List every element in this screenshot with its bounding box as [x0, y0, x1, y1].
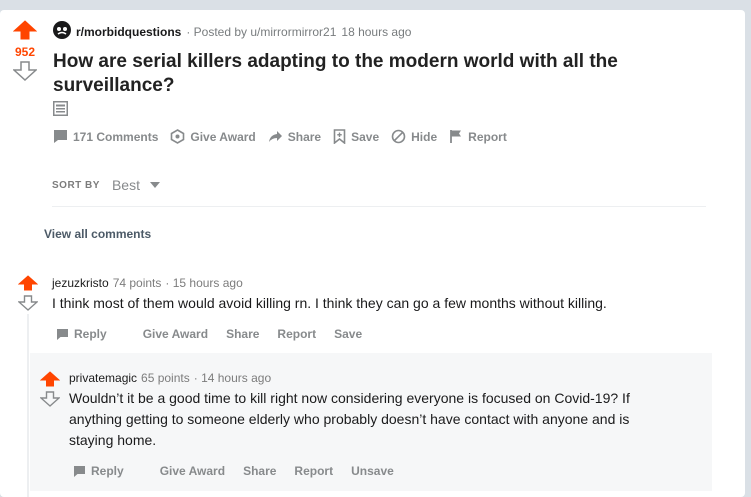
sort-divider [52, 206, 706, 207]
downvote-icon[interactable] [13, 61, 37, 81]
comment1-time[interactable]: · 15 hours ago [165, 276, 242, 290]
comment1-points: 74 points [112, 276, 162, 290]
comment2-reply-label: Reply [91, 464, 124, 478]
comment2-body-line: anything getting to someone elderly who … [69, 411, 630, 427]
share-label: Share [287, 129, 322, 144]
comment-icon [54, 130, 67, 143]
comment2-report-button[interactable]: Report [294, 464, 333, 478]
hide-label: Hide [411, 129, 438, 144]
comment1-award-button[interactable]: Give Award [143, 327, 208, 341]
comment2-share-button[interactable]: Share [243, 464, 276, 478]
comment1-save-button[interactable]: Save [334, 327, 362, 341]
comment2-unsave-button[interactable]: Unsave [351, 464, 394, 478]
reply-icon [74, 465, 85, 477]
post-card: 952 r/morbidquestions · Posted by u/mirr… [0, 10, 745, 497]
comment1-reply-label: Reply [74, 327, 107, 341]
post-meta: r/morbidquestions · Posted by u/mirrormi… [53, 21, 411, 42]
comment1-upvote-icon[interactable] [18, 275, 38, 291]
sort-dropdown[interactable]: Best [112, 177, 160, 193]
bookmark-icon [333, 129, 346, 144]
share-icon [268, 131, 282, 142]
post-score: 952 [14, 45, 36, 59]
award-icon [171, 129, 185, 144]
comment2-body-line: Wouldn’t it be a good time to kill right… [69, 390, 630, 406]
comment2-points: 65 points [141, 371, 190, 385]
comment1-body: I think most of them would avoid killing… [52, 295, 607, 311]
report-button[interactable]: Report [449, 129, 507, 144]
comment2-reply-button[interactable]: Reply [73, 464, 142, 478]
comment2-body: Wouldn’t it be a good time to kill right… [69, 388, 709, 451]
comment1-reply-button[interactable]: Reply [56, 327, 125, 341]
comment2-body-line: staying home. [69, 432, 157, 448]
flag-icon [450, 130, 462, 143]
posted-by[interactable]: · Posted by u/mirrormirror21 [186, 25, 336, 39]
sort-bar: SORT BY Best [52, 177, 160, 193]
subreddit-icon[interactable] [53, 21, 71, 42]
comment1-report-button[interactable]: Report [277, 327, 316, 341]
text-post-icon [53, 101, 68, 121]
sort-value: Best [111, 177, 140, 193]
upvote-icon[interactable] [13, 20, 37, 40]
reply-icon [57, 328, 68, 340]
comment1-meta: jezuzkristo 74 points · 15 hours ago [52, 276, 243, 290]
comment2-author[interactable]: privatemagic [69, 371, 137, 385]
comment2-actions: Reply Give Award Share Report Unsave [73, 464, 412, 478]
caret-down-icon [149, 182, 160, 188]
comment1-actions: Reply Give Award Share Report Save [56, 327, 380, 341]
comment1-downvote-icon[interactable] [18, 295, 38, 311]
give-award-label: Give Award [190, 129, 256, 144]
report-label: Report [468, 129, 507, 144]
sort-by-label: SORT BY [52, 179, 100, 191]
comment2-downvote-icon[interactable] [40, 391, 60, 407]
save-button[interactable]: Save [333, 129, 379, 144]
give-award-button[interactable]: Give Award [170, 129, 256, 144]
comments-button[interactable]: 171 Comments [53, 129, 158, 144]
comment1-author[interactable]: jezuzkristo [52, 276, 109, 290]
hide-button[interactable]: Hide [391, 129, 437, 144]
post-time[interactable]: 18 hours ago [341, 25, 411, 39]
comment2-time[interactable]: · 14 hours ago [194, 371, 271, 385]
subreddit-link[interactable]: r/morbidquestions [76, 25, 181, 39]
comment2-upvote-icon[interactable] [40, 371, 60, 387]
hide-icon [391, 129, 406, 144]
comment1-share-button[interactable]: Share [226, 327, 259, 341]
save-label: Save [351, 129, 380, 144]
post-title[interactable]: How are serial killers adapting to the m… [53, 50, 653, 98]
comment2-award-button[interactable]: Give Award [160, 464, 225, 478]
comment1-threadline[interactable] [27, 314, 29, 497]
comments-label: 171 Comments [73, 129, 159, 144]
view-all-comments-link[interactable]: View all comments [44, 227, 151, 241]
share-button[interactable]: Share [268, 129, 321, 144]
comment2-meta: privatemagic 65 points · 14 hours ago [69, 371, 271, 385]
post-actions: 171 Comments Give Award Share Save Hide … [53, 129, 519, 144]
